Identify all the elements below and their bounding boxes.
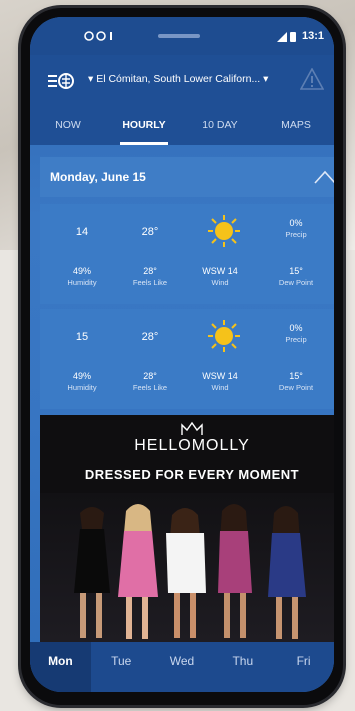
tab-hourly[interactable]: HOURLY (106, 105, 182, 145)
day-fri[interactable]: Fri (273, 642, 334, 692)
day-selector: Mon Tue Wed Thu Fri (30, 642, 334, 692)
tab-now[interactable]: NOW (30, 105, 106, 145)
hourly-card[interactable]: 15 28° 0% Precip 49% Humidity 28° Feels … (40, 309, 334, 409)
status-icons-left (84, 30, 114, 45)
status-time: 13:1 (301, 30, 324, 42)
crown-logo-icon (181, 421, 203, 435)
day-thu[interactable]: Thu (212, 642, 273, 692)
status-icons-right: 13:1 (276, 30, 324, 42)
hour-humidity: 49% Humidity (67, 371, 97, 392)
phone-frame: 13:1 ▾ El Cómitan, South Lower Californ.… (21, 8, 343, 705)
hour-temp: 28° (141, 331, 159, 343)
hour-temp: 28° (141, 226, 159, 238)
tab-bar: NOW HOURLY 10 DAY MAPS (30, 105, 334, 145)
hour-humidity: 49% Humidity (67, 266, 97, 287)
sun-icon (208, 215, 240, 247)
ad-tagline: DRESSED FOR EVERY MOMENT (84, 467, 300, 482)
hour-wind: WSW 14 Wind (202, 266, 238, 287)
location-label: El Cómitan, South Lower Californ... (96, 73, 261, 85)
hour-dew-point: 15° Dew Point (278, 266, 314, 287)
status-bar: 13:1 (30, 17, 334, 55)
camera-notch (158, 34, 200, 38)
hour-feels-like: 28° Feels Like (132, 371, 168, 392)
tab-maps[interactable]: MAPS (258, 105, 334, 145)
ad-brand: HELLOMOLLY (134, 437, 250, 454)
notification-icons (84, 31, 112, 41)
dropdown-right-icon: ▾ (263, 73, 269, 85)
advertisement-banner[interactable]: HELLOMOLLY DRESSED FOR EVERY MOMENT (40, 415, 334, 642)
day-mon[interactable]: Mon (30, 642, 91, 692)
menu-icon[interactable] (48, 69, 74, 93)
alert-icon[interactable] (300, 68, 324, 90)
chevron-up-icon[interactable] (312, 165, 334, 189)
day-tue[interactable]: Tue (91, 642, 152, 692)
day-wed[interactable]: Wed (152, 642, 213, 692)
tab-10-day[interactable]: 10 DAY (182, 105, 258, 145)
signal-icon (276, 31, 296, 42)
hour-precip: 0% Precip (285, 218, 307, 239)
hour-dew-point: 15° Dew Point (278, 371, 314, 392)
ad-models-photo (40, 493, 334, 642)
dropdown-left-icon: ▾ (88, 73, 97, 85)
hour-time: 15 (75, 331, 89, 343)
hour-wind: WSW 14 Wind (202, 371, 238, 392)
hourly-card[interactable]: 14 28° 0% Precip 49% Humidity 28° Feels … (40, 204, 334, 304)
hour-precip: 0% Precip (285, 323, 307, 344)
app-screen: 13:1 ▾ El Cómitan, South Lower Californ.… (30, 17, 334, 692)
hour-feels-like: 28° Feels Like (132, 266, 168, 287)
date-label: Monday, June 15 (50, 170, 146, 184)
app-header: ▾ El Cómitan, South Lower Californ... ▾ (30, 55, 334, 105)
sun-icon (208, 320, 240, 352)
location-selector[interactable]: ▾ El Cómitan, South Lower Californ... ▾ (88, 73, 298, 85)
hour-time: 14 (75, 226, 89, 238)
date-header[interactable]: Monday, June 15 (40, 157, 334, 197)
